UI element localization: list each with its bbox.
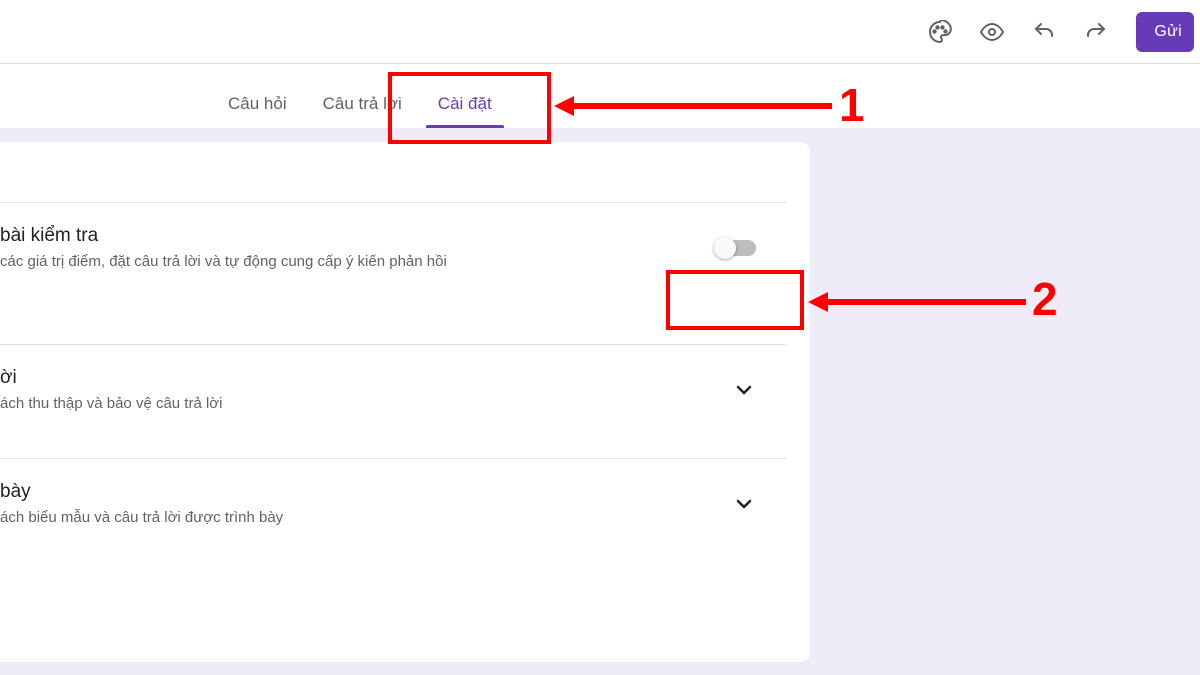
responses-title: ời <box>0 367 732 389</box>
presentation-desc: ách biểu mẫu và câu trả lời được trình b… <box>0 509 732 526</box>
top-toolbar: Gửi <box>0 0 1200 64</box>
settings-card: bài kiểm tra các giá trị điểm, đặt câu t… <box>0 142 810 662</box>
toggle-knob <box>714 237 736 259</box>
tabs-row: Câu hỏi Câu trả lời Cài đặt <box>0 64 1200 128</box>
redo-icon[interactable] <box>1074 10 1118 54</box>
tab-questions[interactable]: Câu hỏi <box>216 84 299 128</box>
undo-icon[interactable] <box>1022 10 1066 54</box>
presentation-title: bày <box>0 481 732 503</box>
chevron-down-icon[interactable] <box>732 378 756 402</box>
tab-settings[interactable]: Cài đặt <box>426 84 504 128</box>
tab-responses[interactable]: Câu trả lời <box>311 84 414 128</box>
quiz-title: bài kiểm tra <box>0 225 716 247</box>
quiz-desc: các giá trị điểm, đặt câu trả lời và tự … <box>0 253 716 270</box>
section-quiz: bài kiểm tra các giá trị điểm, đặt câu t… <box>0 202 786 292</box>
palette-icon[interactable] <box>918 10 962 54</box>
send-button[interactable]: Gửi <box>1136 12 1194 52</box>
quiz-toggle[interactable] <box>716 240 756 256</box>
section-presentation[interactable]: bày ách biểu mẫu và câu trả lời được trì… <box>0 458 786 548</box>
section-responses[interactable]: ời ách thu thập và bảo vệ câu trả lời <box>0 344 786 434</box>
chevron-down-icon[interactable] <box>732 492 756 516</box>
responses-desc: ách thu thập và bảo vệ câu trả lời <box>0 395 732 412</box>
preview-icon[interactable] <box>970 10 1014 54</box>
content-area: bài kiểm tra các giá trị điểm, đặt câu t… <box>0 128 1200 675</box>
